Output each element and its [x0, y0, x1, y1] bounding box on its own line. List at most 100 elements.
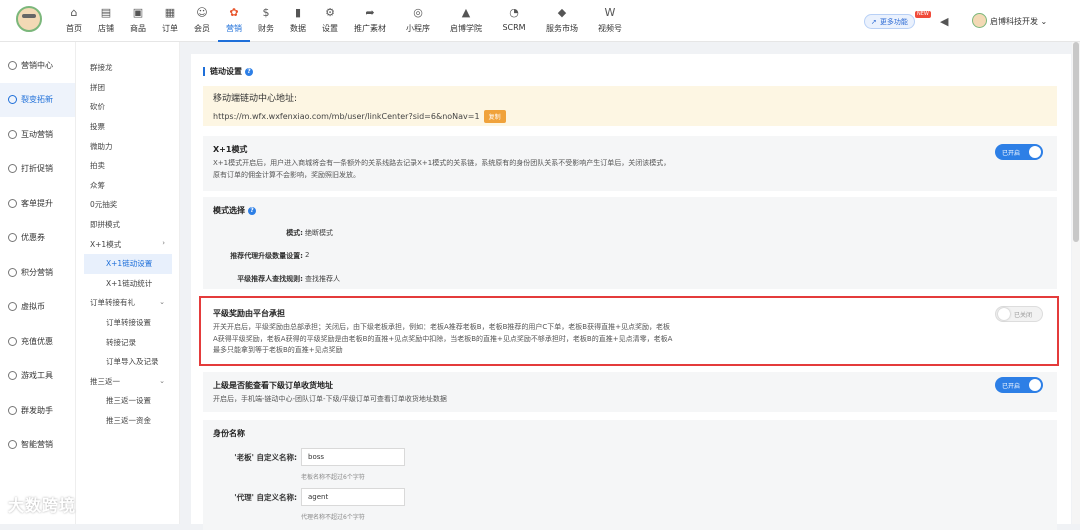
nav-item-video[interactable]: W 视频号 — [586, 0, 634, 42]
submenu-item-label: 订单转接有礼 — [90, 298, 135, 308]
sidebar-item[interactable]: 智能营销 — [0, 428, 75, 463]
copy-button[interactable]: 复制 — [483, 110, 506, 123]
nav-item-order[interactable]: ▦ 订单 — [154, 0, 186, 42]
submenu-item-label: 推三返一设置 — [106, 396, 151, 406]
submenu-item[interactable]: 推三返一 ⌄ — [84, 372, 179, 392]
sidebar-item[interactable]: 群发助手 — [0, 393, 75, 428]
link-box: 移动端链动中心地址: https://m.wfx.wxfenxiao.com/m… — [203, 86, 1057, 126]
sidebar-item-label: 打折促销 — [21, 164, 53, 174]
speaker-icon[interactable]: ◀ — [940, 15, 948, 28]
submenu-item[interactable]: 拍卖 — [84, 156, 179, 176]
sidebar-item[interactable]: 优惠券 — [0, 221, 75, 256]
nav-item-home[interactable]: ⌂ 首页 — [58, 0, 90, 42]
sidebar-item[interactable]: 裂变拓新 — [0, 82, 75, 117]
sidebar-item-label: 优惠券 — [21, 233, 45, 243]
submenu-item[interactable]: 群接龙 — [84, 58, 179, 78]
sidebar-item-label: 充值优惠 — [21, 336, 53, 346]
main-panel: 链动设置? 移动端链动中心地址: https://m.wfx.wxfenxiao… — [191, 54, 1071, 530]
help-icon[interactable]: ? — [248, 206, 256, 215]
nav-label: 设置 — [322, 24, 338, 33]
nav-label: 启博学院 — [450, 24, 482, 33]
help-icon[interactable]: ? — [245, 67, 253, 76]
chevron-icon: ⌄ — [159, 298, 165, 307]
user-menu[interactable]: 启博科技开发 ⌄ — [990, 16, 1047, 27]
sidebar-item[interactable]: 营销中心 — [0, 48, 75, 83]
order-icon: ▦ — [164, 6, 176, 19]
more-features-button[interactable]: ➚ 更多功能 — [864, 14, 915, 29]
submenu-item-label: 0元抽奖 — [90, 200, 118, 210]
sidebar-item[interactable]: 互动营销 — [0, 117, 75, 152]
sidebar-item[interactable]: 客单提升 — [0, 186, 75, 221]
nav-label: 数据 — [290, 24, 306, 33]
submenu-item[interactable]: 众筹 — [84, 176, 179, 196]
brand-logo[interactable] — [16, 6, 42, 32]
submenu-item[interactable]: X+1链动统计 — [84, 274, 179, 294]
mode-row-key: 模式: — [286, 229, 303, 237]
more-features-label: 更多功能 — [879, 17, 908, 26]
submenu-item[interactable]: X+1模式 › — [84, 234, 179, 254]
view-address-toggle[interactable]: 已开启 — [995, 377, 1043, 393]
store-icon: ▤ — [100, 6, 112, 19]
submenu-item[interactable]: 推三返一资金 — [84, 411, 179, 431]
main-nav: ⌂ 首页 ▤ 店铺 ▣ 商品 ▦ 订单 ☺ 会员 ✿ 营销 $ 财务 ▮ 数据 ⚙ 设置 ➦ 推广素材 ◎ 小程序 ▲ 启博学… — [58, 0, 634, 42]
nav-item-finance[interactable]: $ 财务 — [250, 0, 282, 42]
sidebar-item[interactable]: 游戏工具 — [0, 359, 75, 394]
link-label: 移动端链动中心地址: — [213, 94, 298, 104]
scrollbar-thumb[interactable] — [1073, 42, 1079, 242]
submenu-item-label: 推三返一 — [90, 376, 120, 386]
submenu-item[interactable]: 拼团 — [84, 78, 179, 98]
sidebar-icon — [8, 60, 17, 70]
nav-label: 首页 — [66, 24, 82, 33]
submenu-item[interactable]: 转接记录 — [84, 332, 179, 352]
marketing-icon: ✿ — [229, 6, 239, 19]
agent-name-input[interactable]: agent — [301, 488, 405, 506]
submenu-item[interactable]: 砍价 — [84, 97, 179, 117]
sidebar-icon — [8, 95, 17, 105]
submenu-item[interactable]: X+1链动设置 — [84, 253, 172, 274]
boss-name-input[interactable]: boss — [301, 448, 405, 466]
submenu-item[interactable]: 订单导入及记录 — [84, 352, 179, 372]
nav-item-store[interactable]: ▤ 店铺 — [90, 0, 122, 42]
x1-toggle[interactable]: 已开启 — [995, 144, 1043, 160]
submenu-item[interactable]: 即拼模式 — [84, 215, 179, 235]
sidebar-item[interactable]: 打折促销 — [0, 152, 75, 187]
sidebar-item[interactable]: 积分营销 — [0, 255, 75, 290]
sidebar-item-label: 积分营销 — [21, 267, 53, 277]
sidebar-item-label: 游戏工具 — [21, 371, 53, 381]
nav-item-settings[interactable]: ⚙ 设置 — [314, 0, 346, 42]
share-icon: ➦ — [365, 6, 375, 19]
nav-item-goods[interactable]: ▣ 商品 — [122, 0, 154, 42]
submenu-item[interactable]: 订单转接设置 — [84, 313, 179, 333]
scrm-icon: ◔ — [509, 6, 519, 19]
nav-item-academy[interactable]: ▲ 启博学院 — [442, 0, 490, 42]
sidebar-item-label: 裂变拓新 — [21, 95, 53, 105]
view-address-card: 上级是否能查看下级订单收货地址 开启后，手机端-链动中心-团队订单-下级/平级订… — [203, 372, 1057, 412]
submenu-item[interactable]: 推三返一设置 — [84, 391, 179, 411]
nav-item-data[interactable]: ▮ 数据 — [282, 0, 314, 42]
x1-desc: X+1模式开启后，用户进入商城将会有一条额外的关系线路去记录X+1模式的关系链，… — [213, 159, 671, 179]
sidebar-icon — [8, 302, 17, 312]
nav-item-scrm[interactable]: ◔ SCRM — [490, 0, 538, 42]
nav-item-marketing[interactable]: ✿ 营销 — [218, 0, 250, 42]
nav-item-miniapp[interactable]: ◎ 小程序 — [394, 0, 442, 42]
submenu-item[interactable]: 订单转接有礼 ⌄ — [84, 293, 179, 313]
sidebar-icon — [8, 164, 17, 174]
sidebar-item[interactable]: 虚拟币 — [0, 290, 75, 325]
academy-icon: ▲ — [461, 6, 471, 19]
nav-label: 会员 — [194, 24, 210, 33]
nav-item-service-market[interactable]: ◆ 服务市场 — [538, 0, 586, 42]
submenu-item[interactable]: 0元抽奖 — [84, 195, 179, 215]
identity-title: 身份名称 — [213, 429, 245, 438]
nav-item-member[interactable]: ☺ 会员 — [186, 0, 218, 42]
nav-item-share[interactable]: ➦ 推广素材 — [346, 0, 394, 42]
sidebar-item[interactable]: 充值优惠 — [0, 324, 75, 359]
submenu-item-label: 群接龙 — [90, 63, 113, 73]
submenu-item[interactable]: 微助力 — [84, 136, 179, 156]
avatar[interactable] — [972, 13, 987, 28]
rocket-icon: ➚ — [871, 17, 877, 26]
submenu-item[interactable]: 投票 — [84, 117, 179, 137]
nav-label: 订单 — [162, 24, 178, 33]
x1-title: X+1模式 — [213, 145, 248, 154]
mode-row-key: 平级推荐人查找规则: — [237, 275, 303, 283]
sidebar-item-label: 群发助手 — [21, 405, 53, 415]
